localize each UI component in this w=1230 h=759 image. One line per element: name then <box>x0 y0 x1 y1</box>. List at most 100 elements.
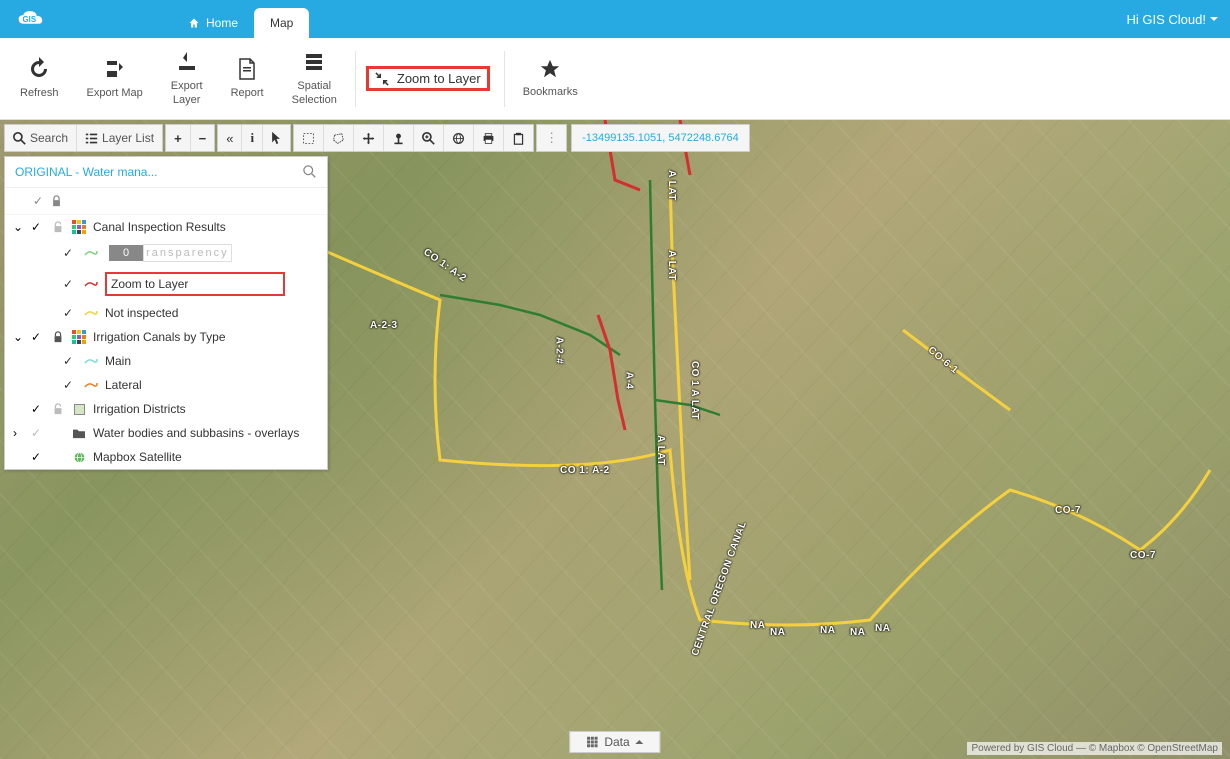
measure-button[interactable] <box>384 125 414 151</box>
layer-lateral[interactable]: ✓ Lateral <box>5 373 327 397</box>
check-icon[interactable]: ✓ <box>63 354 77 368</box>
lock-icon[interactable] <box>51 331 65 343</box>
pan-button[interactable] <box>354 125 384 151</box>
select-poly-button[interactable] <box>324 125 354 151</box>
move-icon <box>362 132 375 145</box>
check-icon[interactable]: ✓ <box>63 306 77 320</box>
transparency-value[interactable]: 0 <box>109 245 143 261</box>
tab-map[interactable]: Map <box>254 8 309 38</box>
folder-icon <box>72 427 86 439</box>
check-icon[interactable]: ✓ <box>33 194 43 208</box>
select-rect-button[interactable] <box>294 125 324 151</box>
ribbon-divider <box>355 51 356 107</box>
canal-label: CO 1 A LAT <box>689 361 700 420</box>
lock-open-icon[interactable] <box>51 221 65 233</box>
search-button[interactable]: Search <box>5 125 77 151</box>
user-greeting[interactable]: Hi GIS Cloud! <box>1127 12 1218 27</box>
layer-group-canal-inspection[interactable]: ⌄ ✓ Canal Inspection Results <box>5 215 327 239</box>
tab-home[interactable]: Home <box>172 8 254 38</box>
layer-label: Lateral <box>105 378 142 392</box>
plus-icon: + <box>174 131 182 146</box>
data-panel-toggle[interactable]: Data <box>569 731 660 753</box>
check-icon[interactable]: ✓ <box>31 426 45 440</box>
check-icon[interactable]: ✓ <box>63 277 77 291</box>
globe-icon <box>73 451 86 464</box>
layer-list-button[interactable]: Layer List <box>77 125 162 151</box>
layer-not-inspected[interactable]: ✓ Not inspected <box>5 301 327 325</box>
logo[interactable]: GIS <box>12 8 52 30</box>
polygon-icon <box>332 132 345 145</box>
chevron-right-icon[interactable]: › <box>13 426 25 440</box>
canal-label: A LAT <box>666 170 677 201</box>
check-icon[interactable]: ✓ <box>31 402 45 416</box>
layer-label: Mapbox Satellite <box>93 450 182 464</box>
layer-label: Canal Inspection Results <box>93 220 226 234</box>
map-canvas[interactable]: CO 1: A-2 A LAT A LAT A-2-3 A-2-# CO 1: … <box>0 120 1230 759</box>
list-icon <box>85 132 98 145</box>
clipboard-button[interactable] <box>504 125 533 151</box>
ribbon-spatial-selection[interactable]: Spatial Selection <box>278 46 351 110</box>
layer-label: Main <box>105 354 131 368</box>
refresh-icon <box>27 57 51 81</box>
collapse-button[interactable]: « <box>218 125 242 151</box>
layer-label: Not inspected <box>105 306 178 320</box>
canal-label: A-2-3 <box>370 320 398 331</box>
check-icon[interactable]: ✓ <box>63 246 77 260</box>
zoom-icon[interactable] <box>303 165 317 179</box>
chevron-down-icon[interactable]: ⌄ <box>13 220 25 234</box>
zoom-out-button[interactable]: − <box>191 125 215 151</box>
layer-mapbox-satellite[interactable]: ⌄ ✓ Mapbox Satellite <box>5 445 327 469</box>
chevron-down-icon[interactable]: ⌄ <box>13 330 25 344</box>
ribbon-zoom-to-layer[interactable]: Zoom to Layer <box>366 66 490 91</box>
layer-irrigation-districts[interactable]: ⌄ ✓ Irrigation Districts <box>5 397 327 421</box>
lock-icon[interactable] <box>51 195 62 207</box>
check-icon[interactable]: ✓ <box>31 450 45 464</box>
clipboard-icon <box>512 132 525 145</box>
lock-open-icon[interactable] <box>51 403 65 415</box>
ribbon-report[interactable]: Report <box>217 53 278 104</box>
canal-label: CO 1: A-2 <box>560 465 610 476</box>
layer-group-irrigation-canals[interactable]: ⌄ ✓ Irrigation Canals by Type <box>5 325 327 349</box>
canal-label: A LAT <box>655 435 666 466</box>
canal-label: A-2-# <box>553 337 564 365</box>
separator-button[interactable]: ⋮ <box>537 125 566 151</box>
check-icon[interactable]: ✓ <box>31 220 45 234</box>
map-attribution: Powered by GIS Cloud — © Mapbox © OpenSt… <box>967 742 1222 755</box>
download-icon <box>175 50 199 74</box>
pointer-button[interactable] <box>263 125 290 151</box>
top-bar: GIS Home Map Hi GIS Cloud! <box>0 0 1230 38</box>
info-icon: i <box>250 130 254 146</box>
map-controls-bar: Search Layer List + − « i ⋮ <box>4 124 750 152</box>
zoom-in-button[interactable]: + <box>166 125 191 151</box>
line-icon <box>84 381 98 389</box>
ribbon-export-layer[interactable]: Export Layer <box>157 46 217 110</box>
pin-icon <box>392 132 405 145</box>
print-button[interactable] <box>474 125 504 151</box>
ribbon-bookmarks[interactable]: Bookmarks <box>509 54 592 103</box>
layer-main[interactable]: ✓ Main <box>5 349 327 373</box>
check-icon[interactable]: ✓ <box>63 378 77 392</box>
search-icon <box>13 132 26 145</box>
ribbon-refresh[interactable]: Refresh <box>6 53 73 104</box>
square-icon <box>74 404 85 415</box>
separator-icon: ⋮ <box>545 130 558 146</box>
tab-map-label: Map <box>270 16 293 30</box>
layer-panel-title[interactable]: ORIGINAL - Water mana... <box>5 157 327 188</box>
ribbon-toolbar: Refresh Export Map Export Layer Report S… <box>0 38 1230 120</box>
layer-master-toggle: ✓ <box>5 188 327 215</box>
grid-icon <box>586 736 598 748</box>
layer-water-bodies[interactable]: › ✓ Water bodies and subbasins - overlay… <box>5 421 327 445</box>
coordinates-display: -13499135.1051, 5472248.6764 <box>571 124 750 152</box>
layer-transparency-row[interactable]: ✓ 0 ransparency <box>5 239 327 267</box>
svg-text:GIS: GIS <box>23 15 37 24</box>
chevron-up-icon <box>636 739 644 745</box>
check-icon[interactable]: ✓ <box>31 330 45 344</box>
canal-label: A-4 <box>623 372 634 390</box>
layer-label: Water bodies and subbasins - overlays <box>93 426 299 440</box>
layer-zoom-to-layer-row[interactable]: ✓ Zoom to Layer <box>5 267 327 301</box>
globe-button[interactable] <box>444 125 474 151</box>
ribbon-export-map[interactable]: Export Map <box>73 53 157 104</box>
chevron-left-icon: « <box>226 131 233 146</box>
info-button[interactable]: i <box>242 125 263 151</box>
zoom-extent-button[interactable] <box>414 125 444 151</box>
